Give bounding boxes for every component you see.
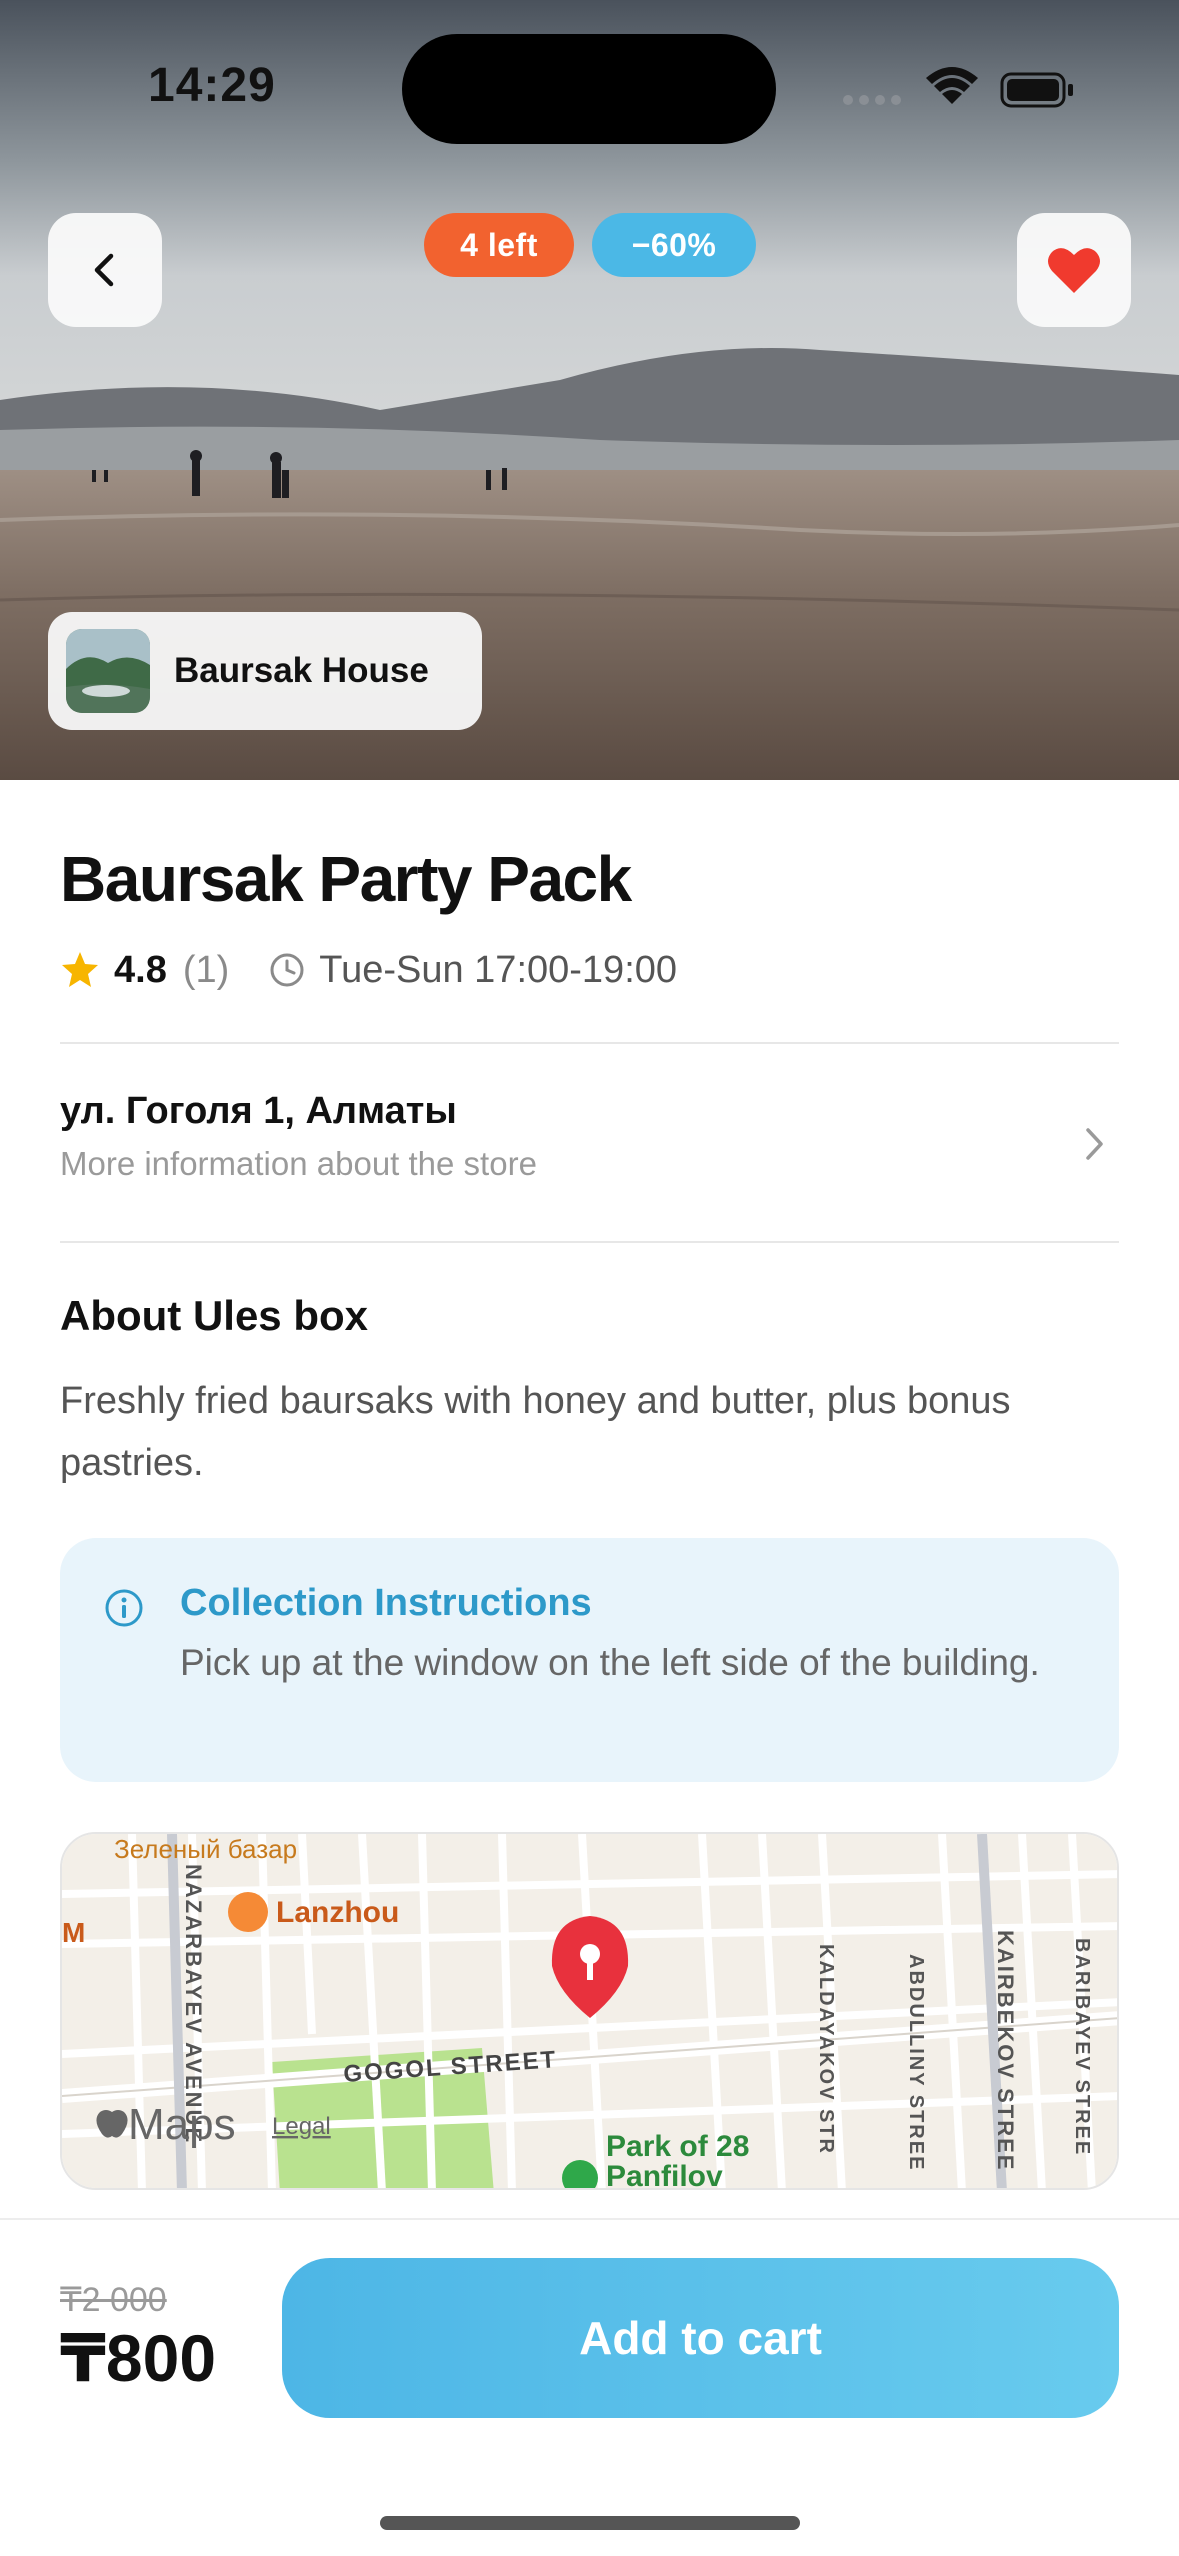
divider bbox=[60, 1241, 1119, 1243]
about-text: Freshly fried baursaks with honey and bu… bbox=[60, 1380, 1011, 1484]
discount-badge: −60% bbox=[592, 213, 756, 277]
heart-icon bbox=[1048, 248, 1100, 293]
dynamic-island bbox=[402, 34, 776, 144]
collection-text: Pick up at the window on the left side o… bbox=[180, 1642, 1040, 1683]
favorite-button[interactable] bbox=[1017, 213, 1131, 327]
divider bbox=[60, 1042, 1119, 1044]
back-button[interactable] bbox=[48, 213, 162, 327]
about-title: About Ules box bbox=[60, 1292, 369, 1339]
pickup-hours: Tue-Sun 17:00-19:00 bbox=[319, 948, 678, 991]
battery-icon bbox=[1000, 72, 1073, 108]
star-icon bbox=[62, 952, 98, 987]
map-label-park-2: Panfilov bbox=[606, 2160, 723, 2190]
rating-value: 4.8 bbox=[114, 948, 167, 991]
map-label-lanzhou: Lanzhou bbox=[276, 1896, 399, 1929]
items-left-badge: 4 left bbox=[424, 213, 574, 277]
store-name: Baursak House bbox=[174, 651, 429, 690]
maps-brand: Maps bbox=[128, 2100, 236, 2149]
product-meta: 4.8 (1) Tue-Sun 17:00-19:00 bbox=[60, 945, 677, 995]
map-label-top-place: Зеленый базар bbox=[114, 1834, 297, 1864]
original-price: ₸2 000 bbox=[60, 2281, 167, 2319]
discounted-price: ₸800 bbox=[60, 2321, 217, 2395]
map-label-park: Park of 28 bbox=[606, 2130, 749, 2163]
chevron-left-icon bbox=[94, 253, 114, 287]
signal-icon bbox=[843, 95, 901, 105]
restaurant-icon bbox=[228, 1892, 268, 1932]
wifi-icon bbox=[926, 67, 978, 104]
map-label-kaldayakov: KALDAYAKOV STR bbox=[815, 1944, 837, 2155]
status-time: 14:29 bbox=[148, 59, 276, 112]
add-to-cart-button[interactable]: Add to cart bbox=[282, 2258, 1119, 2418]
bottom-bar-divider bbox=[0, 2218, 1179, 2220]
store-chip[interactable]: Baursak House bbox=[48, 612, 482, 730]
map-label-edge: M bbox=[62, 1917, 85, 1948]
product-title: Baursak Party Pack bbox=[60, 843, 632, 915]
rating-count: (1) bbox=[182, 948, 230, 991]
map-label-kairbekov: KAIRBEKOV STREE bbox=[993, 1930, 1018, 2171]
chevron-right-icon bbox=[1086, 1128, 1103, 1160]
clock-icon bbox=[270, 953, 304, 987]
home-indicator bbox=[380, 2516, 800, 2530]
hero-image: 14:29 4 left −60% Baursak House bbox=[0, 0, 1179, 780]
map-label-abdulliny: ABDULLINY STREE bbox=[905, 1954, 927, 2171]
store-address: ул. Гоголя 1, Алматы bbox=[60, 1090, 457, 1132]
store-thumbnail bbox=[66, 629, 150, 713]
collection-title: Collection Instructions bbox=[180, 1582, 592, 1624]
store-address-row[interactable]: ул. Гоголя 1, Алматы More information ab… bbox=[60, 1090, 1119, 1220]
map-label-baribayev: BARIBAYEV STREE bbox=[1071, 1938, 1093, 2156]
store-map[interactable]: Зеленый базар Lanzhou M GOGOL STREET NAZ… bbox=[60, 1832, 1119, 2190]
store-more-info: More information about the store bbox=[60, 1145, 537, 1182]
status-icons bbox=[842, 62, 1082, 117]
legal-link[interactable]: Legal bbox=[272, 2113, 331, 2140]
map-canvas: Зеленый базар Lanzhou M GOGOL STREET NAZ… bbox=[62, 1834, 1117, 2190]
collection-instructions: Collection Instructions Pick up at the w… bbox=[60, 1538, 1119, 1782]
info-icon bbox=[105, 1589, 143, 1627]
